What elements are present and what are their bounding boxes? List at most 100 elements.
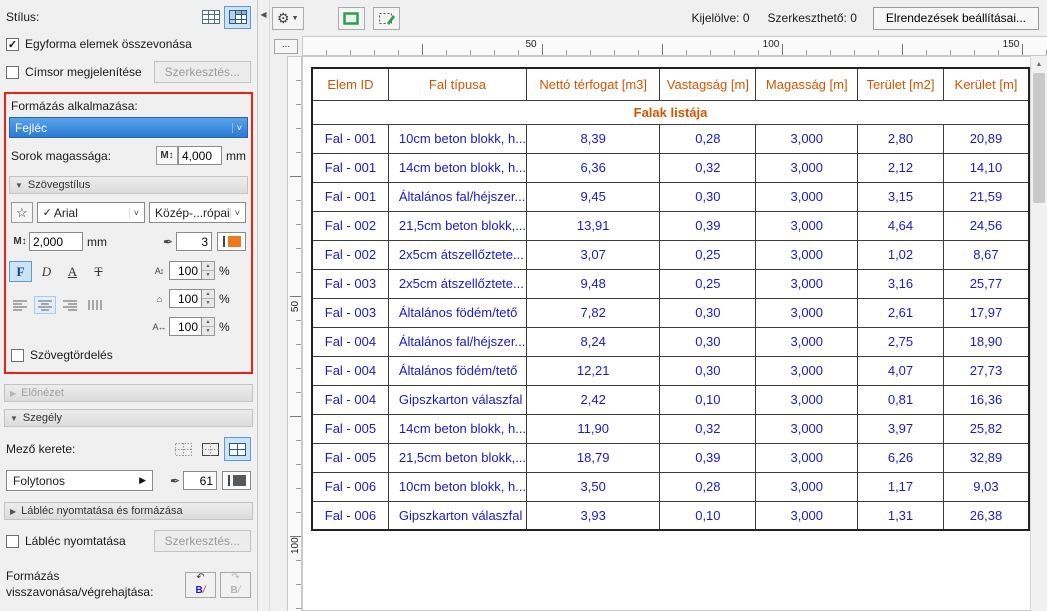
table-cell[interactable]: 0,81 (858, 385, 944, 414)
spin-up-icon[interactable]: ▲ (202, 290, 214, 299)
ruler-options-button[interactable]: ... (274, 39, 298, 54)
line-spacing-stepper[interactable]: ▲▼ (202, 261, 215, 280)
scroll-up-button[interactable]: ▲ (1031, 56, 1047, 73)
uniform-merge-checkbox[interactable]: ✓ (6, 38, 19, 51)
table-cell[interactable]: 24,56 (943, 211, 1029, 240)
table-cell[interactable]: 0,28 (660, 472, 756, 501)
table-cell[interactable]: Gipszkarton válaszfal (388, 385, 526, 414)
table-cell[interactable]: 0,10 (660, 385, 756, 414)
table-cell[interactable]: 0,39 (660, 211, 756, 240)
table-cell[interactable]: 10cm beton blokk, h... (388, 472, 526, 501)
vertical-ruler[interactable]: 50100 (287, 56, 302, 611)
table-cell[interactable]: 6,26 (858, 443, 944, 472)
char-spacing-input[interactable] (169, 317, 202, 336)
table-cell[interactable]: Fal - 006 (312, 501, 388, 530)
text-pen-color-button[interactable] (217, 232, 246, 251)
table-cell[interactable]: 3,000 (756, 385, 858, 414)
table-cell[interactable]: 3,000 (756, 240, 858, 269)
spin-down-icon[interactable]: ▼ (202, 271, 214, 279)
table-cell[interactable]: 3,000 (756, 124, 858, 153)
table-cell[interactable]: 6,36 (527, 153, 660, 182)
spin-down-icon[interactable]: ▼ (202, 299, 214, 307)
table-cell[interactable]: 14,10 (943, 153, 1029, 182)
row-height-input[interactable] (178, 146, 222, 165)
column-header[interactable]: Terület [m2] (858, 68, 944, 100)
line-spacing-input[interactable] (169, 261, 202, 280)
table-cell[interactable]: 3,000 (756, 327, 858, 356)
table-cell[interactable]: 3,000 (756, 501, 858, 530)
table-cell[interactable]: 3,000 (756, 298, 858, 327)
table-cell[interactable]: 0,28 (660, 124, 756, 153)
text-height-input[interactable] (29, 232, 83, 251)
edit-area-button[interactable] (373, 7, 400, 30)
table-cell[interactable]: 3,000 (756, 414, 858, 443)
table-cell[interactable]: 9,48 (527, 269, 660, 298)
wrap-checkbox[interactable] (11, 349, 24, 362)
layout-settings-button[interactable]: Elrendezések beállításai... (873, 7, 1039, 30)
encoding-dropdown[interactable]: Közép-...rópai ˅ (149, 202, 246, 223)
collapse-panel-button[interactable]: ◀ (260, 10, 266, 19)
align-right-button[interactable] (59, 296, 81, 314)
table-cell[interactable]: Fal - 002 (312, 211, 388, 240)
panel-splitter[interactable]: ◀ (258, 0, 270, 611)
table-cell[interactable]: 0,25 (660, 240, 756, 269)
table-cell[interactable]: 3,93 (527, 501, 660, 530)
select-area-button[interactable] (338, 7, 365, 30)
spin-down-icon[interactable]: ▼ (202, 327, 214, 335)
table-cell[interactable]: 10cm beton blokk, h... (388, 124, 526, 153)
table-cell[interactable]: 3,97 (858, 414, 944, 443)
preview-section-header[interactable]: ▶ Előnézet (4, 384, 253, 402)
table-cell[interactable]: 2,42 (527, 385, 660, 414)
text-pen-input[interactable] (176, 232, 212, 251)
spin-up-icon[interactable]: ▲ (202, 318, 214, 327)
table-cell[interactable]: 3,07 (527, 240, 660, 269)
table-cell[interactable]: 21,59 (943, 182, 1029, 211)
table-cell[interactable]: 8,24 (527, 327, 660, 356)
undo-format-button[interactable]: ↶ B/ (185, 572, 216, 598)
border-section-header[interactable]: ▼ Szegély (4, 409, 253, 427)
bold-button[interactable]: F (9, 261, 32, 282)
width-factor-input[interactable] (169, 289, 202, 308)
footer-edit-button[interactable]: Szerkesztés... (154, 530, 251, 552)
table-cell[interactable]: 25,77 (943, 269, 1029, 298)
redo-format-button[interactable]: ↷ B/ (220, 572, 251, 598)
table-cell[interactable]: 0,10 (660, 501, 756, 530)
table-cell[interactable]: 7,82 (527, 298, 660, 327)
table-cell[interactable]: 20,89 (943, 124, 1029, 153)
table-cell[interactable]: 3,000 (756, 356, 858, 385)
italic-button[interactable]: D (35, 261, 58, 282)
table-cell[interactable]: 26,38 (943, 501, 1029, 530)
table-cell[interactable]: 16,36 (943, 385, 1029, 414)
table-cell[interactable]: 3,50 (527, 472, 660, 501)
table-cell[interactable]: Fal - 006 (312, 472, 388, 501)
table-cell[interactable]: Fal - 002 (312, 240, 388, 269)
table-cell[interactable]: 0,32 (660, 414, 756, 443)
table-cell[interactable]: 4,64 (858, 211, 944, 240)
table-cell[interactable]: 13,91 (527, 211, 660, 240)
column-header[interactable]: Magasság [m] (756, 68, 858, 100)
table-cell[interactable]: Fal - 001 (312, 124, 388, 153)
settings-gear-button[interactable]: ⚙ ▼ (272, 7, 304, 30)
table-style-header-button[interactable] (224, 6, 251, 29)
table-cell[interactable]: 3,000 (756, 472, 858, 501)
align-left-button[interactable] (9, 296, 31, 314)
table-cell[interactable]: Általános födém/tető (388, 298, 526, 327)
table-cell[interactable]: 0,39 (660, 443, 756, 472)
table-cell[interactable]: 9,45 (527, 182, 660, 211)
footer-section-header[interactable]: ▶ Lábléc nyomtatása és formázása (4, 502, 253, 520)
border-pen-input[interactable] (183, 471, 217, 490)
table-cell[interactable]: 3,000 (756, 443, 858, 472)
table-cell[interactable]: Fal - 005 (312, 443, 388, 472)
table-cell[interactable]: 2,61 (858, 298, 944, 327)
table-cell[interactable]: Fal - 004 (312, 356, 388, 385)
table-cell[interactable]: 8,67 (943, 240, 1029, 269)
table-cell[interactable]: 2x5cm átszellőztete... (388, 269, 526, 298)
table-cell[interactable]: 0,30 (660, 327, 756, 356)
column-header[interactable]: Elem ID (312, 68, 388, 100)
border-pen-color-button[interactable] (222, 471, 251, 490)
align-center-button[interactable] (34, 296, 56, 314)
table-cell[interactable]: 14cm beton blokk, h... (388, 414, 526, 443)
drawing-canvas[interactable]: Falak listája Elem IDFal típusaNettó tér… (302, 56, 1030, 611)
table-cell[interactable]: Általános fal/héjszer... (388, 327, 526, 356)
table-cell[interactable]: 1,17 (858, 472, 944, 501)
